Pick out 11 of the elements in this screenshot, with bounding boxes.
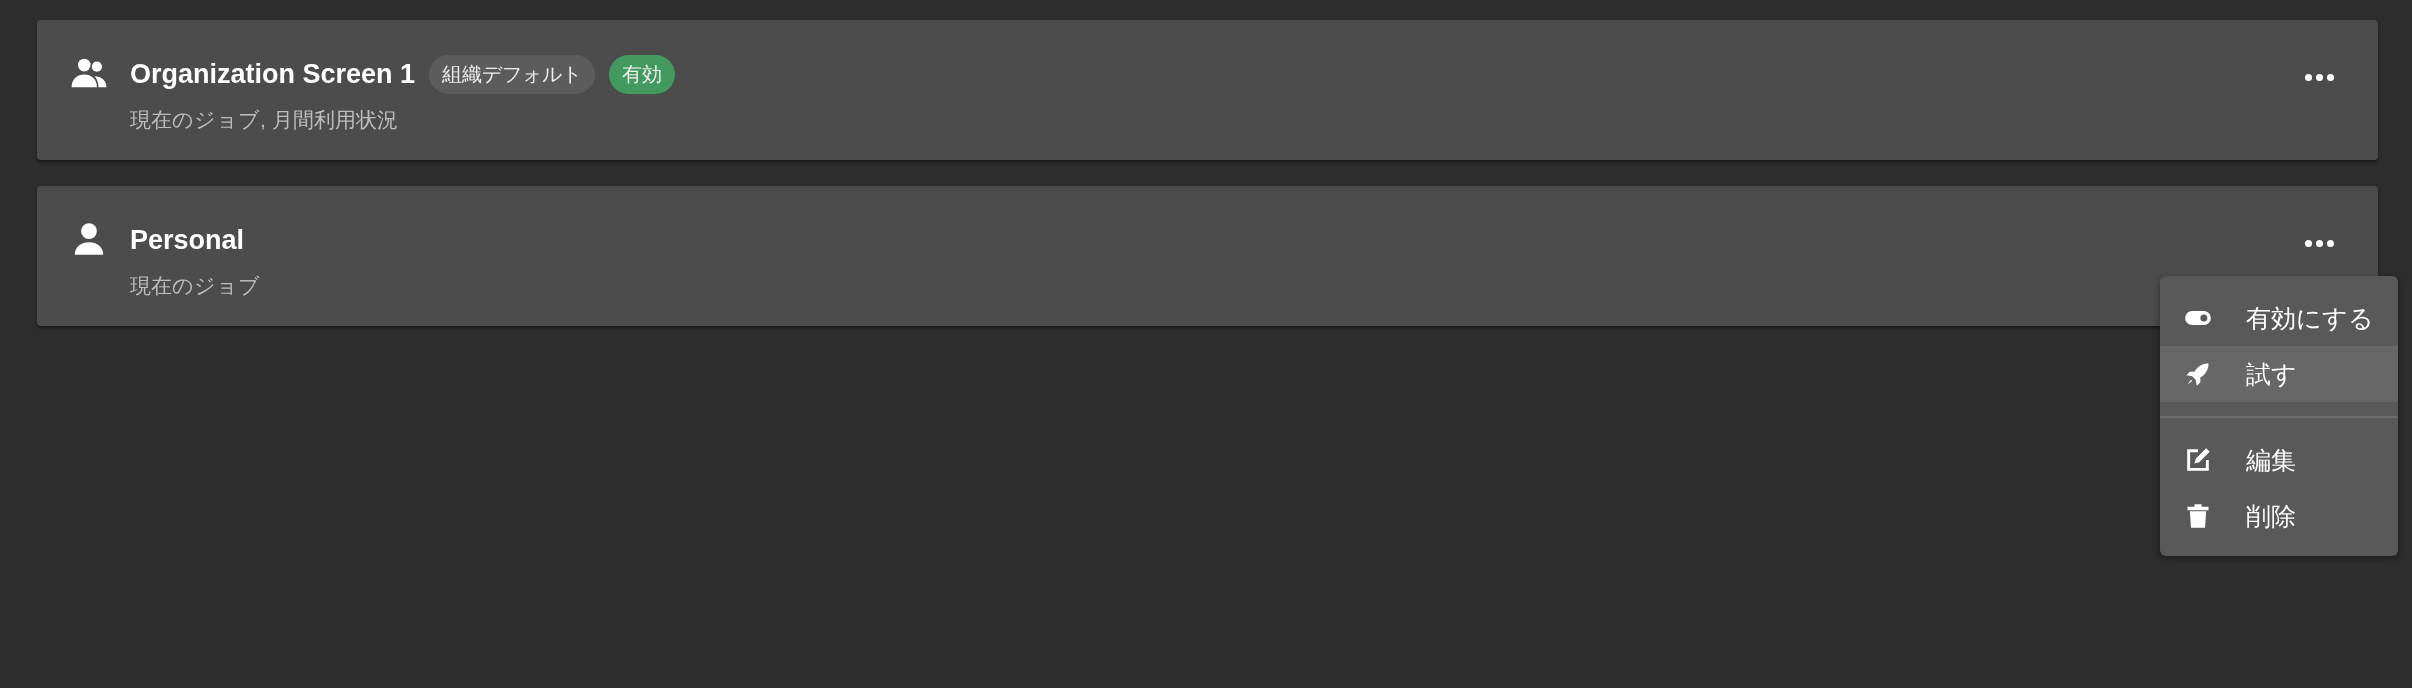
tag: 有効	[609, 54, 676, 94]
card-title: Personal	[130, 224, 245, 256]
menu-item[interactable]: 削除	[2160, 488, 2398, 544]
card-subtitle: 現在のジョブ, 月間利用状況	[130, 107, 399, 133]
menu-item[interactable]: 編集	[2160, 432, 2398, 488]
edit-icon	[2184, 446, 2212, 474]
card-title: Organization Screen 1	[130, 58, 416, 90]
menu-item[interactable]: 有効にする	[2160, 290, 2398, 346]
tag: 組織デフォルト	[429, 54, 596, 94]
menu-item[interactable]: 試す	[2160, 346, 2398, 402]
card-subtitle: 現在のジョブ	[130, 273, 261, 299]
